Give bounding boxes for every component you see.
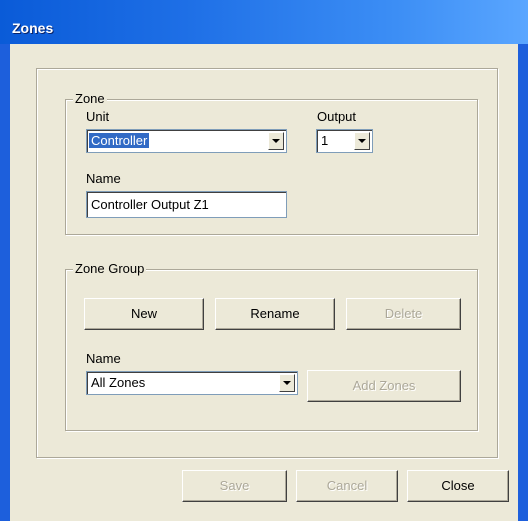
add-zones-button[interactable]: Add Zones xyxy=(307,370,461,402)
output-select[interactable]: 1 xyxy=(316,129,373,153)
chevron-down-icon xyxy=(283,381,291,385)
unit-select[interactable]: Controller xyxy=(86,129,287,153)
output-select-value: 1 xyxy=(321,133,329,148)
cancel-button[interactable]: Cancel xyxy=(296,470,398,502)
output-dropdown-button[interactable] xyxy=(354,132,370,150)
new-button[interactable]: New xyxy=(84,298,204,330)
title-bar[interactable]: Zones xyxy=(0,0,528,44)
zone-group-legend: Zone Group xyxy=(73,261,147,276)
zone-name-value: Controller Output Z1 xyxy=(91,197,209,212)
window-frame-left xyxy=(0,44,10,521)
zone-group-dropdown-button[interactable] xyxy=(279,374,295,392)
chevron-down-icon xyxy=(272,139,280,143)
zone-group-select[interactable]: All Zones xyxy=(86,371,298,395)
window-frame-right xyxy=(518,44,528,521)
output-label: Output xyxy=(317,109,357,124)
chevron-down-icon xyxy=(358,139,366,143)
close-button[interactable]: Close xyxy=(407,470,509,502)
delete-button[interactable]: Delete xyxy=(346,298,461,330)
save-button[interactable]: Save xyxy=(182,470,287,502)
unit-dropdown-button[interactable] xyxy=(268,132,284,150)
zone-legend: Zone xyxy=(73,91,107,106)
rename-button[interactable]: Rename xyxy=(215,298,335,330)
zone-name-label: Name xyxy=(86,171,121,186)
unit-label: Unit xyxy=(86,109,110,124)
zone-group-group-box xyxy=(65,269,478,431)
zone-group-select-value: All Zones xyxy=(91,375,146,390)
zone-name-input[interactable]: Controller Output Z1 xyxy=(86,191,287,218)
unit-select-value: Controller xyxy=(89,133,150,148)
window-title: Zones xyxy=(12,20,54,36)
zone-group-name-label: Name xyxy=(86,351,121,366)
